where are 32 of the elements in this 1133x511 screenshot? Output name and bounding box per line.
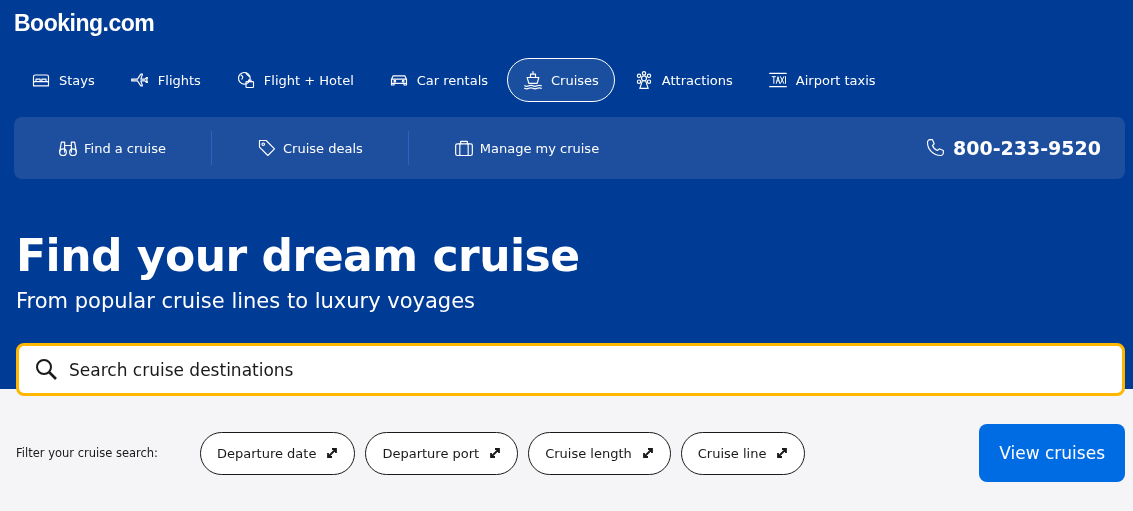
globe-suitcase-icon [235, 70, 256, 90]
subnav-link[interactable]: Manage my cruise [408, 138, 645, 158]
taxi-sign-icon [767, 70, 788, 90]
hero-subtitle: From popular cruise lines to luxury voyages [16, 288, 477, 315]
expand-icon [489, 447, 502, 459]
nav-tab[interactable]: Flight + Hotel [219, 58, 370, 102]
search-icon [34, 357, 58, 381]
suitcase-icon [453, 138, 474, 158]
expand-icon [641, 447, 654, 459]
nav-tab[interactable]: Cruises [507, 58, 615, 102]
search-field[interactable]: Search cruise destinations [16, 343, 1125, 396]
tag-icon [257, 138, 277, 158]
nav-tab[interactable]: Attractions [617, 58, 749, 102]
filter-chip[interactable]: Cruise length [528, 431, 671, 475]
ship-icon [523, 70, 543, 90]
subnav-link[interactable]: Find a cruise [14, 138, 211, 158]
phone-icon [925, 138, 945, 158]
filter-chip[interactable]: Departure date [200, 431, 356, 475]
filter-label: Filter your cruise search: [16, 446, 159, 460]
nav-tab[interactable]: Airport taxis [751, 58, 892, 102]
phone-link[interactable]: 800-233-9520 [925, 137, 1125, 159]
nav-tab[interactable]: Stays [15, 58, 111, 102]
filter-chip[interactable]: Cruise line [680, 431, 806, 475]
hero-title: Find your dream cruise [16, 229, 581, 283]
nav-tab[interactable]: Flights [113, 58, 217, 102]
expand-icon [326, 447, 339, 459]
subnav-link[interactable]: Cruise deals [212, 138, 408, 158]
expand-icon [776, 447, 789, 459]
logo[interactable]: Booking.com [14, 10, 155, 42]
filter-chip[interactable]: Departure port [365, 431, 519, 475]
view-cruises-button[interactable]: View cruises [979, 424, 1125, 482]
nav-tab[interactable]: Car rentals [372, 58, 504, 102]
